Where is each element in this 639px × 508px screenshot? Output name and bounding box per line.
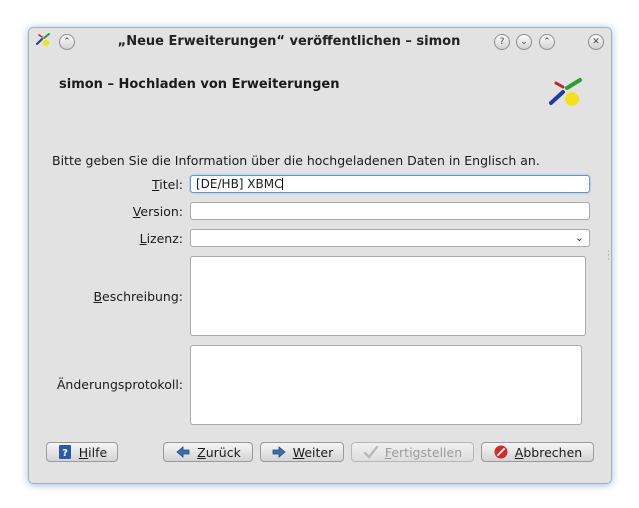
checkmark-icon xyxy=(363,445,378,459)
arrow-right-icon xyxy=(272,446,286,458)
chevron-down-icon: ⌄ xyxy=(574,231,584,244)
text-caret xyxy=(282,178,284,190)
svg-text:?: ? xyxy=(62,448,68,459)
title-input[interactable]: [DE/HB] XBMC xyxy=(190,175,590,193)
back-button[interactable]: Zurück xyxy=(163,442,253,462)
license-combobox[interactable]: ⌄ xyxy=(190,229,590,247)
changelog-textarea[interactable] xyxy=(190,345,582,425)
arrow-left-icon xyxy=(176,446,190,458)
version-input[interactable] xyxy=(190,202,590,220)
finish-button[interactable]: Fertigstellen xyxy=(351,442,474,462)
maximize-button[interactable]: ⌃ xyxy=(539,34,555,50)
description-label: Beschreibung: xyxy=(93,289,183,304)
description-textarea[interactable] xyxy=(190,256,586,336)
next-button[interactable]: Weiter xyxy=(260,442,344,462)
cancel-button[interactable]: Abbrechen xyxy=(481,442,594,462)
dialog-window: ⌃ „Neue Erweiterungen“ veröffentlichen –… xyxy=(28,27,612,484)
title-bar[interactable]: ⌃ „Neue Erweiterungen“ veröffentlichen –… xyxy=(29,28,611,54)
resize-grip[interactable]: · · · xyxy=(607,248,610,265)
help-button[interactable]: ? Hilfe xyxy=(46,442,118,462)
simon-app-icon[interactable] xyxy=(35,32,51,48)
help-title-button[interactable]: ? xyxy=(494,34,510,50)
shade-button[interactable]: ⌃ xyxy=(59,34,75,50)
license-label: Lizenz: xyxy=(139,231,183,246)
version-label: Version: xyxy=(132,204,183,219)
page-heading: simon – Hochladen von Erweiterungen xyxy=(59,77,340,92)
title-label: Titel: xyxy=(151,177,183,192)
intro-text: Bitte geben Sie die Information über die… xyxy=(52,153,540,168)
help-book-icon: ? xyxy=(58,445,71,459)
changelog-label: Änderungsprotokoll: xyxy=(56,377,183,392)
minimize-button[interactable]: ⌄ xyxy=(516,34,532,50)
cancel-icon xyxy=(494,445,508,459)
simon-logo-icon xyxy=(549,78,582,106)
close-button[interactable]: ✕ xyxy=(588,34,604,50)
window-title: „Neue Erweiterungen“ veröffentlichen – s… xyxy=(117,34,461,49)
